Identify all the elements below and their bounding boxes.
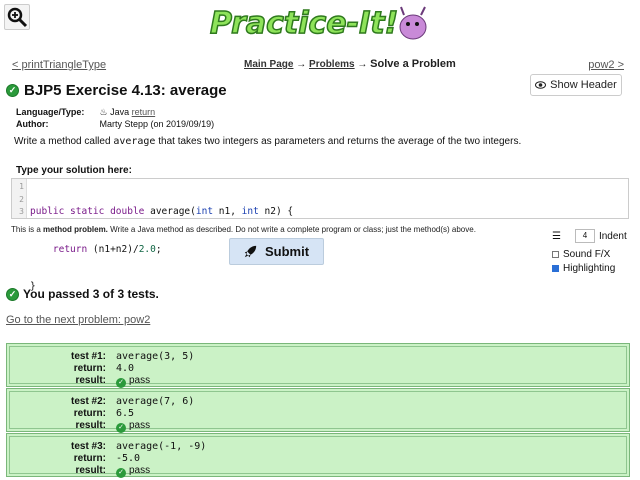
line-number: 1: [19, 182, 24, 191]
test-results: test #1: average(3, 5) return: 4.0 result:…: [6, 343, 630, 478]
problem-description: Write a method called average that takes…: [14, 136, 624, 147]
breadcrumb-current: Solve a Problem: [370, 58, 456, 70]
code-token: average(: [150, 206, 196, 217]
solution-label: Type your solution here:: [16, 165, 132, 176]
test-result: test #2: average(7, 6) return: 6.5 result:…: [6, 388, 630, 433]
test-return: 6.5: [116, 408, 135, 419]
result-label: result:: [75, 465, 106, 476]
return-label: return:: [73, 408, 106, 419]
solved-check-icon: ✓: [6, 84, 19, 97]
test-label: test #2:: [70, 396, 106, 407]
language-value: Java: [110, 107, 130, 117]
indent-input[interactable]: 4: [574, 229, 595, 243]
code-token: (n1+n2)/: [92, 243, 139, 255]
language-type-link[interactable]: return: [132, 107, 156, 117]
eye-icon: [535, 81, 547, 89]
highlighting-label: Highlighting: [563, 262, 616, 274]
indent-icon[interactable]: ☰: [552, 231, 561, 242]
return-label: return:: [73, 453, 106, 464]
test-return: -5.0: [116, 453, 141, 464]
magnifier-icon: [7, 7, 28, 28]
problem-title-text: BJP5 Exercise 4.13: average: [24, 82, 227, 99]
test-result-value: pass: [129, 420, 151, 431]
passed-check-icon: ✓: [6, 287, 19, 301]
line-number-gutter: 1 2 3: [12, 179, 27, 218]
code-token: int: [195, 206, 219, 217]
sound-fx-label: Sound F/X: [563, 248, 611, 260]
sound-fx-checkbox[interactable]: [552, 250, 559, 258]
rocket-icon: [244, 245, 257, 258]
result-label: result:: [75, 420, 106, 431]
indent-label: Indent: [598, 230, 627, 242]
code-token: return: [30, 243, 93, 255]
results-summary-text: You passed 3 of 3 tests.: [23, 287, 159, 301]
submit-label: Submit: [264, 244, 310, 259]
code-token: ;: [155, 243, 162, 255]
zoom-button[interactable]: [4, 4, 30, 30]
test-result: test #1: average(3, 5) return: 4.0 result:…: [6, 343, 630, 388]
show-header-label: Show Header: [550, 79, 617, 91]
test-label: test #1:: [70, 351, 106, 362]
note-text: Write a Java method as described. Do not…: [107, 225, 476, 234]
result-label: result:: [75, 375, 106, 386]
problem-title: ✓ BJP5 Exercise 4.13: average: [6, 82, 227, 99]
return-label: return:: [73, 363, 106, 374]
java-icon: ♨: [99, 107, 108, 117]
line-number: 2: [19, 194, 24, 204]
code-token: public static double: [30, 206, 151, 217]
test-result: test #3: average(-1, -9) return: -5.0 resu…: [6, 433, 630, 478]
code-token: int: [241, 206, 265, 217]
test-label: test #3:: [70, 441, 106, 452]
code-token: n1,: [218, 206, 242, 217]
author-value: Marty Stepp (on 2019/09/19): [99, 119, 215, 129]
code-token: n2) {: [264, 206, 294, 217]
language-label: Language/Type:: [16, 107, 85, 117]
code-line: public static double average(int n1, int…: [30, 206, 293, 219]
test-return: 4.0: [116, 363, 135, 374]
description-text: Write a method called: [14, 136, 114, 147]
code-token: 2.0: [138, 243, 156, 255]
method-problem-note: This is a method problem. Write a Java m…: [11, 225, 476, 234]
pass-check-icon: ✓: [116, 378, 126, 388]
results-summary: ✓ You passed 3 of 3 tests.: [6, 287, 159, 301]
test-call: average(3, 5): [116, 351, 195, 362]
highlighting-checkbox[interactable]: [552, 264, 559, 272]
test-call: average(-1, -9): [116, 441, 207, 452]
test-result-value: pass: [129, 465, 151, 476]
show-header-button[interactable]: Show Header: [530, 74, 622, 96]
description-text: that takes two integers as parameters an…: [155, 136, 522, 147]
breadcrumb-arrow: →: [357, 59, 368, 70]
editor-options: ☰ 4 Indent Sound F/X Highlighting: [552, 227, 627, 275]
submit-button[interactable]: Submit: [229, 238, 324, 265]
note-text: This is a: [11, 225, 44, 234]
svg-text:Practice-It!: Practice-It!: [210, 6, 398, 41]
pass-check-icon: ✓: [116, 468, 126, 478]
test-result-value: pass: [129, 375, 151, 386]
next-problem-link-bottom[interactable]: Go to the next problem: pow2: [6, 314, 150, 326]
next-problem-link[interactable]: pow2 >: [588, 59, 624, 71]
problems-link[interactable]: Problems: [309, 59, 355, 70]
practice-it-logo[interactable]: Practice-It!: [208, 3, 434, 43]
pass-check-icon: ✓: [116, 423, 126, 433]
problem-meta: Language/Type: ♨ Java return Author: Mar…: [16, 106, 214, 130]
main-page-link[interactable]: Main Page: [244, 59, 293, 70]
breadcrumb: Main Page → Problems → Solve a Problem: [244, 58, 456, 70]
note-bold: method problem.: [43, 225, 108, 234]
breadcrumb-arrow: →: [296, 59, 307, 70]
line-number: 3: [19, 207, 24, 216]
code-editor[interactable]: 1 2 3 public static double average(int n…: [11, 178, 629, 292]
previous-problem-link[interactable]: < printTriangleType: [12, 59, 106, 71]
description-code: average: [113, 136, 156, 147]
author-label: Author:: [16, 119, 49, 129]
test-call: average(7, 6): [116, 396, 195, 407]
